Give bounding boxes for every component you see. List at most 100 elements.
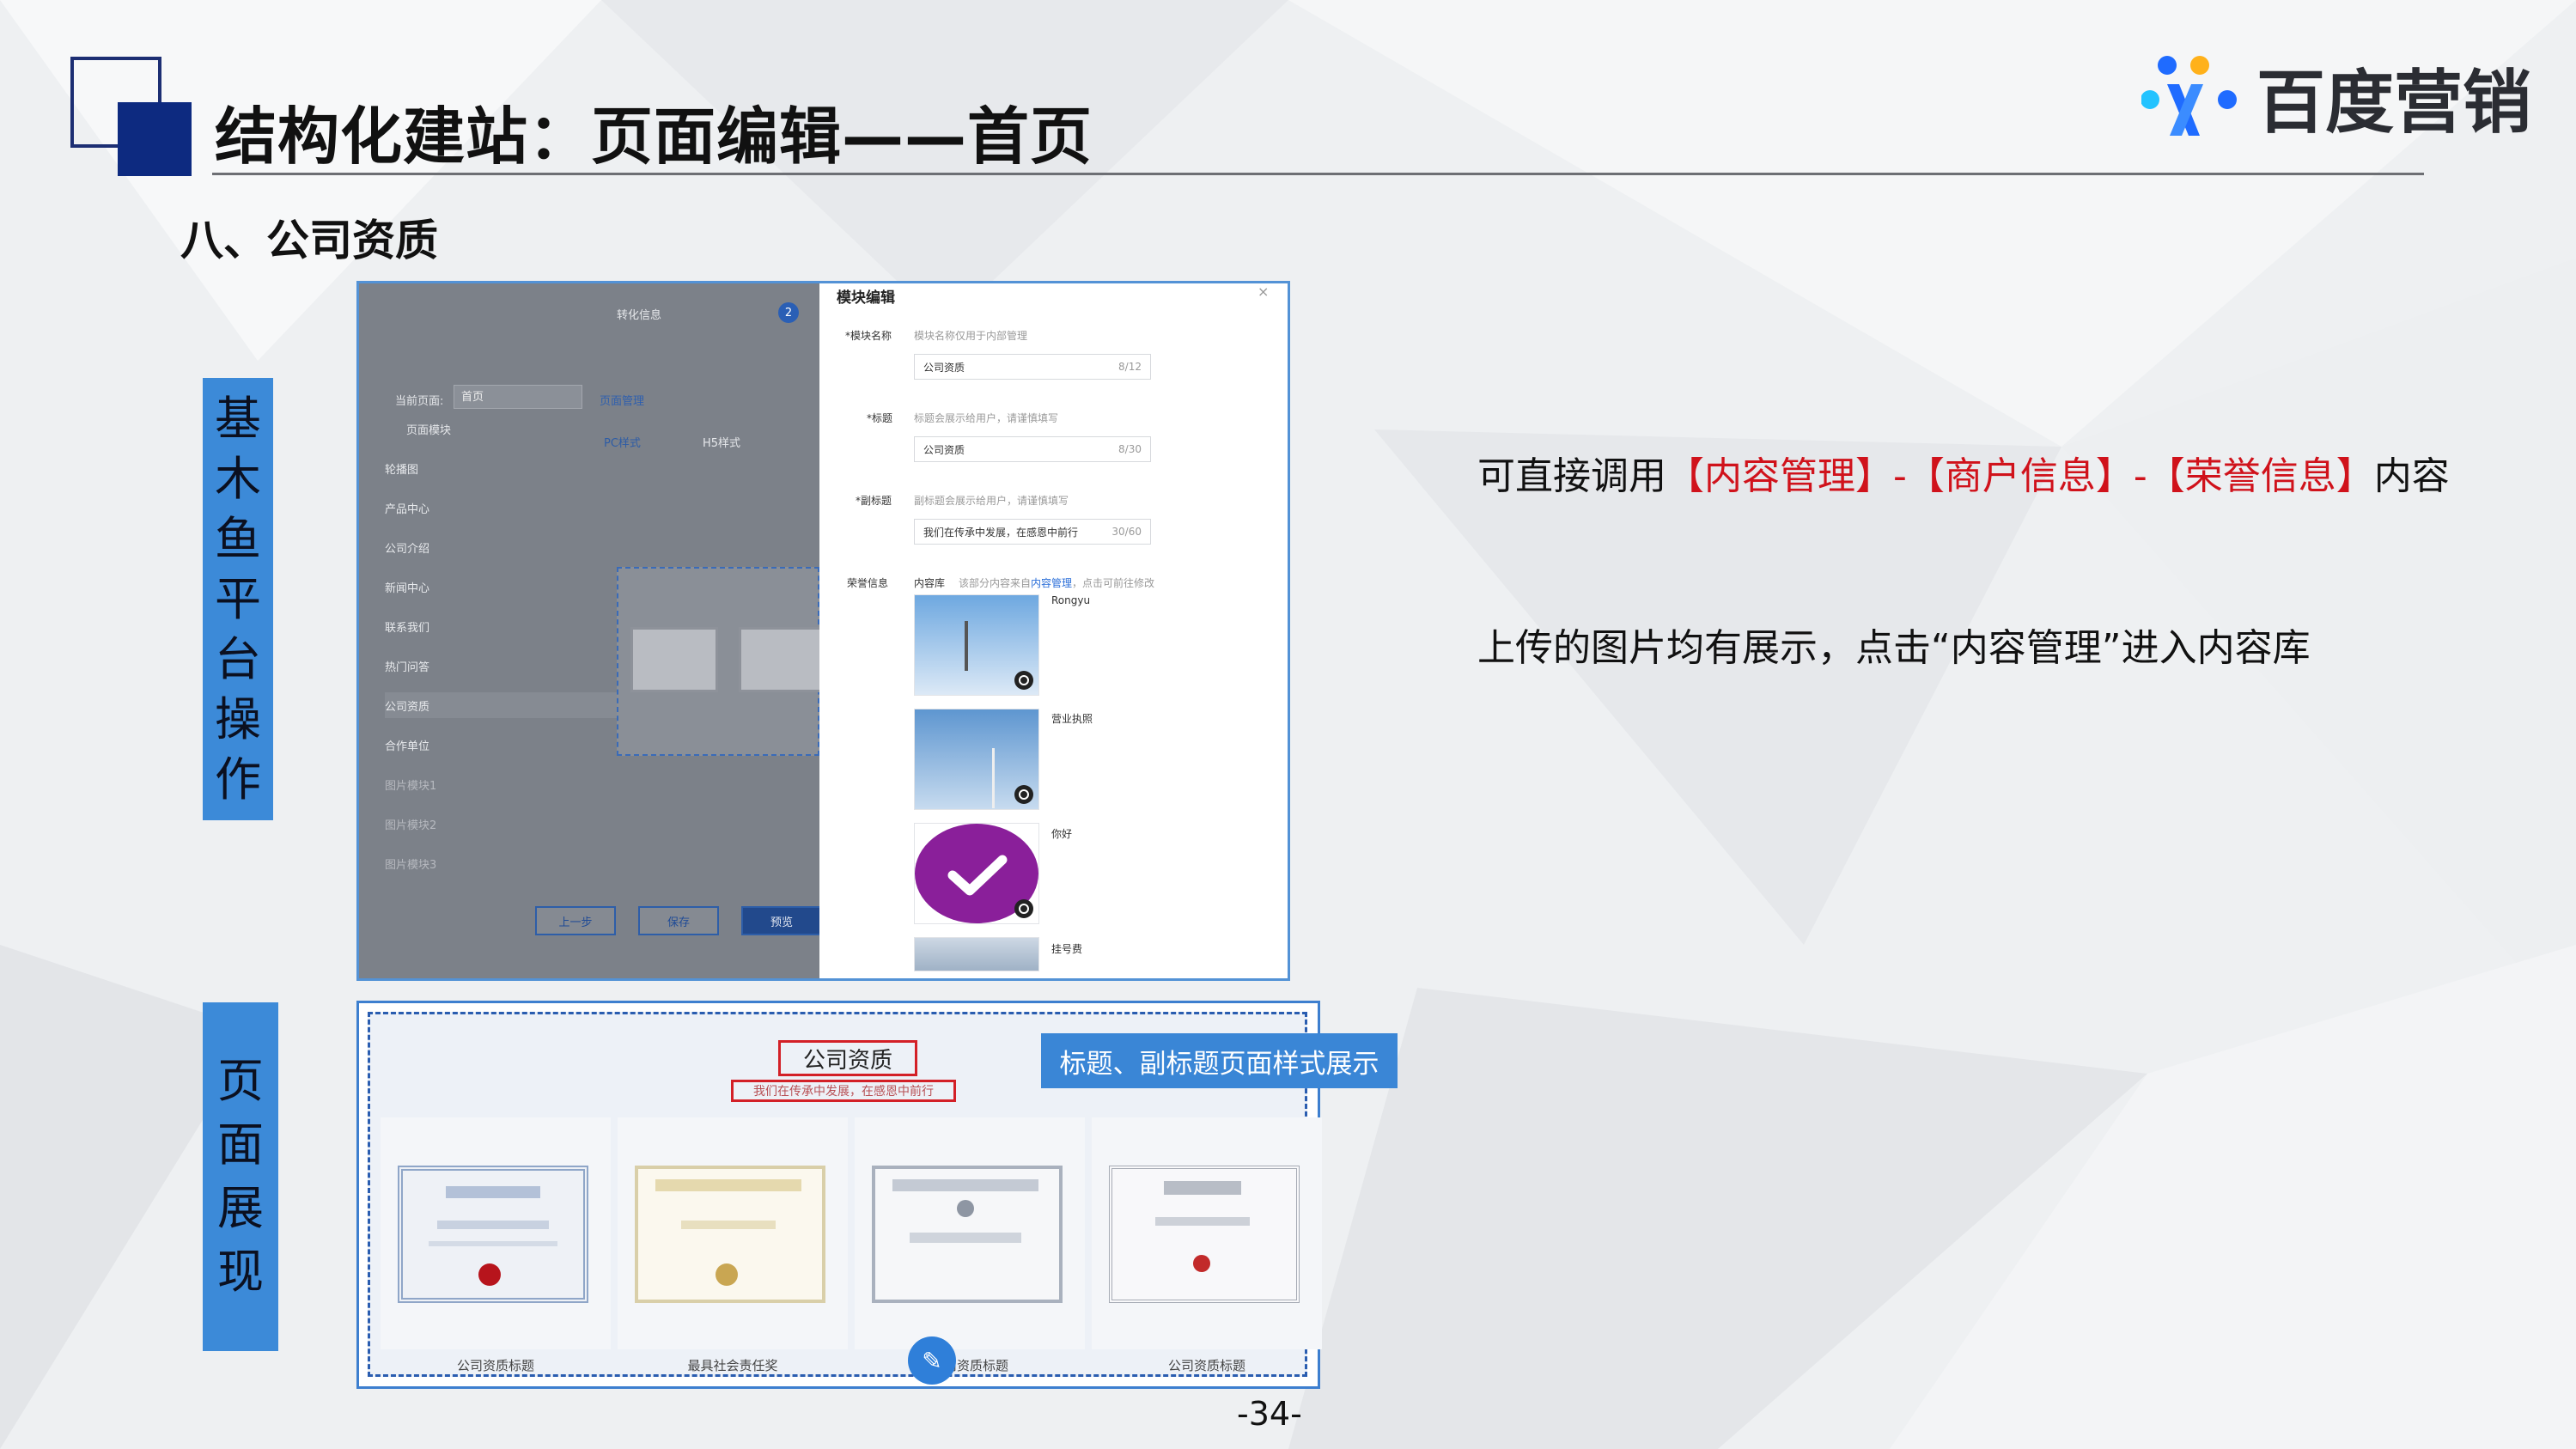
certificate-caption: 公司资质标题 bbox=[930, 1358, 1008, 1373]
image-thumb[interactable] bbox=[914, 594, 1039, 696]
side-char: 展 bbox=[217, 1181, 264, 1235]
field-label: *副标题 bbox=[856, 495, 892, 507]
module-item[interactable]: 热门问答 bbox=[385, 653, 634, 679]
field-label: *模块名称 bbox=[845, 330, 892, 342]
page-manage-link[interactable]: 页面管理 bbox=[600, 392, 644, 408]
field-hint: 标题会展示给用户，请谨慎填写 bbox=[914, 412, 1059, 424]
brand-logo: 百度营销 bbox=[2141, 50, 2531, 144]
module-item-active[interactable]: 公司资质 bbox=[385, 692, 634, 718]
desc-text: 可直接调用 bbox=[1477, 454, 1666, 498]
side-char: 鱼 bbox=[215, 511, 261, 566]
module-label: 产品中心 bbox=[385, 502, 430, 516]
tab-h5[interactable]: H5样式 bbox=[703, 434, 740, 450]
logo-filled-square bbox=[118, 102, 192, 176]
char-count: 8/12 bbox=[1118, 361, 1142, 373]
certificate-image bbox=[635, 1166, 825, 1303]
input-value: 我们在传承中发展，在感恩中前行 bbox=[923, 526, 1079, 539]
checkmark-icon bbox=[947, 855, 1008, 896]
input-value: 公司资质 bbox=[923, 443, 965, 456]
hint-text: 该部分内容来自 bbox=[959, 577, 1032, 589]
step-number: 2 bbox=[778, 302, 799, 323]
certificate-caption: 公司资质标题 bbox=[1167, 1358, 1245, 1373]
certificate-card[interactable] bbox=[1092, 1117, 1322, 1349]
image-thumb[interactable] bbox=[914, 709, 1039, 810]
certificate-card[interactable] bbox=[381, 1117, 611, 1349]
desc-highlight: 【内容管理】-【商户信息】-【荣誉信息】 bbox=[1666, 454, 2374, 498]
module-item[interactable]: 联系我们 bbox=[385, 613, 634, 639]
callout-label: 标题、副标题页面样式展示 bbox=[1041, 1033, 1398, 1088]
editor-title: 模块编辑 bbox=[837, 289, 895, 307]
prev-step-button[interactable]: 上一步 bbox=[535, 906, 616, 935]
library-hint: 该部分内容来自内容管理，点击可前往修改 bbox=[959, 575, 1154, 590]
certificate-image bbox=[398, 1166, 588, 1303]
page-title: 结构化建站：页面编辑——首页 bbox=[215, 100, 1093, 173]
header-divider bbox=[212, 173, 2424, 175]
side-char: 作 bbox=[215, 752, 261, 807]
editor-screenshot: 转化信息 2 当前页面: 首页 页面管理 页面模块 PC样式 H5样式 轮播图 … bbox=[356, 281, 1290, 981]
module-item[interactable]: 产品中心 bbox=[385, 495, 634, 521]
module-item[interactable]: 公司介绍 bbox=[385, 534, 634, 560]
preview-title: 公司资质 bbox=[778, 1040, 917, 1076]
save-button[interactable]: 保存 bbox=[638, 906, 719, 935]
module-label: 图片模块3 bbox=[385, 858, 437, 872]
close-icon[interactable]: × bbox=[1258, 283, 1269, 300]
section-title: 八、公司资质 bbox=[180, 216, 438, 265]
dimmed-page-editor: 转化信息 2 当前页面: 首页 页面管理 页面模块 PC样式 H5样式 轮播图 … bbox=[359, 283, 826, 978]
description-line-1: 可直接调用【内容管理】-【商户信息】-【荣誉信息】内容 bbox=[1477, 445, 2450, 500]
hint-text: ，点击可前往修改 bbox=[1072, 577, 1155, 589]
module-item[interactable]: 图片模块2 bbox=[385, 811, 634, 837]
tab-pc[interactable]: PC样式 bbox=[604, 434, 641, 450]
certificate-image bbox=[1109, 1166, 1300, 1303]
page-number: -34- bbox=[1237, 1395, 1302, 1433]
preview-button[interactable]: 预览 bbox=[741, 906, 822, 935]
current-page-label: 当前页面: bbox=[395, 395, 444, 408]
module-editor-panel: 模块编辑 × *模块名称 模块名称仅用于内部管理 公司资质 8/12 *标题 标… bbox=[819, 283, 1288, 978]
module-item[interactable]: 图片模块3 bbox=[385, 850, 634, 876]
module-name-input[interactable]: 公司资质 8/12 bbox=[914, 354, 1151, 380]
field-hint: 副标题会展示给用户，请谨慎填写 bbox=[914, 495, 1069, 507]
zoom-icon[interactable] bbox=[1014, 899, 1033, 918]
certificate-card[interactable] bbox=[855, 1117, 1085, 1349]
field-label: *标题 bbox=[867, 412, 893, 424]
brand-name: 百度营销 bbox=[2256, 63, 2531, 143]
module-item[interactable]: 合作单位 bbox=[385, 732, 634, 758]
module-item[interactable]: 轮播图 bbox=[385, 455, 634, 481]
image-name: 挂号费 bbox=[1051, 943, 1083, 955]
image-name: 你好 bbox=[1051, 828, 1073, 840]
library-label: 内容库 bbox=[914, 577, 946, 589]
module-item[interactable]: 图片模块1 bbox=[385, 771, 634, 797]
mini-certificate bbox=[739, 627, 826, 692]
module-label: 轮播图 bbox=[385, 463, 419, 477]
image-thumb[interactable] bbox=[914, 937, 1039, 971]
subtitle-input[interactable]: 我们在传承中发展，在感恩中前行 30/60 bbox=[914, 519, 1151, 545]
edit-pencil-icon[interactable]: ✎ bbox=[908, 1336, 956, 1385]
input-value: 公司资质 bbox=[923, 361, 965, 374]
page-select[interactable]: 首页 bbox=[454, 385, 582, 409]
char-count: 8/30 bbox=[1118, 443, 1142, 455]
operation-side-label: 基 木 鱼 平 台 操 作 bbox=[203, 378, 273, 820]
zoom-icon[interactable] bbox=[1014, 671, 1033, 690]
image-name: Rongyu bbox=[1051, 594, 1091, 606]
certificate-card[interactable] bbox=[618, 1117, 848, 1349]
certificate-caption: 公司资质标题 bbox=[456, 1358, 534, 1373]
side-char: 平 bbox=[215, 571, 261, 626]
description-line-2: 上传的图片均有展示，点击“内容管理”进入内容库 bbox=[1477, 626, 2311, 670]
certificate-image bbox=[872, 1166, 1063, 1303]
image-thumb[interactable] bbox=[914, 823, 1039, 924]
certificate-caption: 最具社会责任奖 bbox=[687, 1358, 778, 1373]
field-hint: 模块名称仅用于内部管理 bbox=[914, 330, 1028, 342]
content-manage-link[interactable]: 内容管理 bbox=[1031, 577, 1072, 589]
side-char: 操 bbox=[215, 691, 261, 746]
side-char: 台 bbox=[215, 631, 261, 686]
side-char: 页 bbox=[217, 1054, 264, 1108]
char-count: 30/60 bbox=[1111, 526, 1142, 538]
zoom-icon[interactable] bbox=[1014, 785, 1033, 804]
title-input[interactable]: 公司资质 8/30 bbox=[914, 436, 1151, 462]
dimmed-preview-area bbox=[617, 567, 826, 756]
image-name: 营业执照 bbox=[1051, 713, 1093, 725]
display-side-label: 页 面 展 现 bbox=[203, 1002, 278, 1351]
module-item[interactable]: 新闻中心 bbox=[385, 574, 634, 600]
desc-text: 内容 bbox=[2373, 454, 2450, 498]
module-label: 新闻中心 bbox=[385, 581, 430, 595]
module-label: 热门问答 bbox=[385, 661, 430, 674]
